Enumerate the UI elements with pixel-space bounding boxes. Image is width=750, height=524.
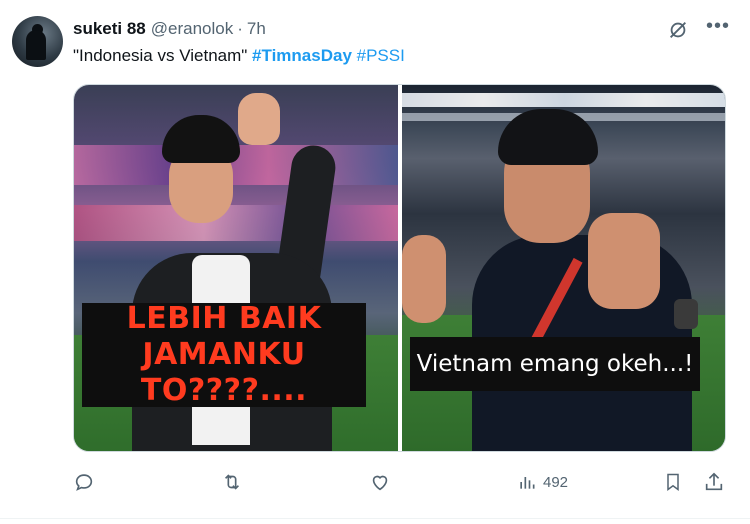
top-icons: ••• xyxy=(666,16,730,42)
handle[interactable]: @eranolok xyxy=(151,19,233,39)
stands-band xyxy=(74,205,398,241)
bookmark-button[interactable] xyxy=(663,468,683,496)
like-icon xyxy=(372,475,388,491)
watch xyxy=(674,299,698,329)
retweet-button[interactable] xyxy=(220,468,244,496)
display-name[interactable]: suketi 88 xyxy=(73,19,146,39)
tweet-quote: "Indonesia vs Vietnam" xyxy=(73,46,248,65)
tweet: suketi 88 @eranolok · 7h ••• "Indonesia … xyxy=(0,0,750,524)
views-button[interactable]: 492 xyxy=(517,468,568,496)
media-image-left[interactable]: LEBIH BAIK JAMANKU TO????.... xyxy=(74,85,398,451)
views-count: 492 xyxy=(543,473,569,491)
reply-icon xyxy=(75,474,93,491)
waving-hand xyxy=(238,93,280,145)
tweet-text: "Indonesia vs Vietnam" #TimnasDay #PSSI xyxy=(73,45,405,67)
views-icon xyxy=(520,477,535,489)
avatar-figure xyxy=(26,30,46,60)
bookmark-icon xyxy=(667,473,679,491)
caption-right: Vietnam emang okeh...! xyxy=(410,337,700,391)
divider xyxy=(0,518,750,519)
like-button[interactable] xyxy=(369,468,391,496)
media-grid[interactable]: LEBIH BAIK JAMANKU TO????.... Vietnam em… xyxy=(73,84,726,452)
caption-left-line1: LEBIH BAIK JAMANKU xyxy=(126,301,322,372)
grok-icon[interactable] xyxy=(666,18,690,42)
share-icon xyxy=(705,472,723,491)
hashtag-pssi[interactable]: #PSSI xyxy=(357,46,405,65)
tweet-header: suketi 88 @eranolok · 7h xyxy=(73,18,266,40)
hashtag-timnasday[interactable]: #TimnasDay xyxy=(252,46,352,65)
media-image-right[interactable]: Vietnam emang okeh...! xyxy=(402,85,725,451)
thumb-up-right xyxy=(588,213,660,309)
share-button[interactable] xyxy=(703,468,725,496)
thumb-up-left xyxy=(402,235,446,323)
caption-left: LEBIH BAIK JAMANKU TO????.... xyxy=(82,301,366,408)
hair xyxy=(162,115,240,163)
retweet-icon xyxy=(224,474,240,490)
caption-left-line2: TO????.... xyxy=(140,373,308,408)
avatar[interactable] xyxy=(12,16,63,67)
timestamp[interactable]: 7h xyxy=(247,19,266,39)
reply-button[interactable] xyxy=(73,468,95,496)
more-icon[interactable]: ••• xyxy=(706,16,730,42)
stadium-lights xyxy=(402,93,725,107)
action-bar: 492 xyxy=(73,468,733,496)
separator: · xyxy=(237,19,243,38)
